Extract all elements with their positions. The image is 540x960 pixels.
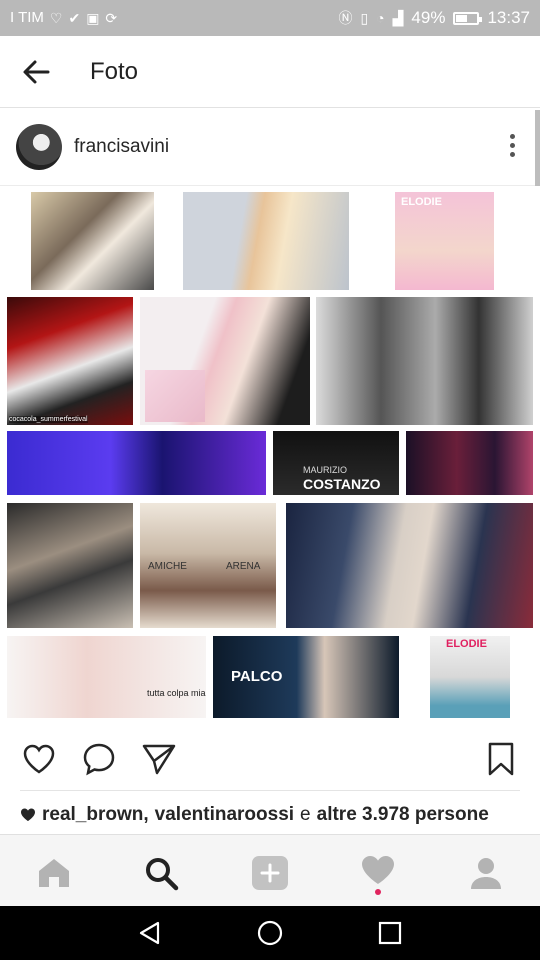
photo-group	[31, 192, 154, 290]
more-vertical-icon	[509, 134, 515, 139]
liker-1[interactable]: real_brown	[42, 804, 143, 826]
photo-bw-orchestra	[316, 297, 533, 425]
system-recents-button[interactable]	[377, 920, 403, 946]
page-title: Foto	[90, 58, 139, 85]
back-button[interactable]	[18, 54, 54, 90]
photo-singing	[286, 503, 533, 628]
back-triangle-icon	[139, 921, 160, 945]
amici-caption-right: ARENA	[226, 561, 261, 572]
wifi-icon: ◔	[376, 10, 385, 26]
home-circle-icon	[257, 920, 283, 946]
share-button[interactable]	[140, 740, 178, 783]
system-back-button[interactable]	[137, 920, 163, 946]
battery-percent: 49%	[411, 8, 446, 27]
like-button[interactable]	[20, 740, 58, 783]
nav-add[interactable]	[250, 853, 290, 893]
photo-gold-record	[145, 370, 205, 422]
bookmark-icon	[488, 742, 514, 776]
heart-outline-icon	[23, 744, 55, 774]
photo-crowd	[406, 431, 533, 495]
app-bar: Foto	[0, 36, 540, 108]
battery-icon	[453, 11, 483, 25]
system-navigation-bar	[0, 906, 540, 960]
cover-caption: ELODIE	[401, 196, 442, 208]
system-home-button[interactable]	[257, 920, 283, 946]
divider	[20, 790, 520, 791]
heart-pulse-icon: ♡	[49, 9, 63, 26]
post-image[interactable]: ELODIE cocacola_summerfestival MAURIZIO …	[0, 186, 540, 721]
post-actions	[0, 732, 540, 788]
nfc-icon: Ⓝ	[338, 10, 353, 26]
liker-2[interactable]: valentinaroossi	[155, 804, 294, 826]
search-icon	[146, 858, 179, 891]
activity-heart-icon	[362, 856, 394, 884]
username[interactable]: francisavini	[74, 136, 169, 158]
album-caption: ELODIE	[446, 638, 487, 650]
likes-conjunction: e	[300, 804, 311, 825]
avatar[interactable]	[16, 124, 62, 170]
paper-plane-icon	[142, 744, 176, 775]
save-button[interactable]	[484, 740, 518, 783]
arrow-left-icon	[23, 60, 50, 84]
notification-dot	[375, 889, 381, 895]
download-done-icon: ✔	[68, 9, 81, 26]
post-header: francisavini	[0, 108, 540, 186]
comment-button[interactable]	[80, 740, 118, 783]
photo-city	[7, 503, 133, 628]
comment-icon	[83, 743, 115, 776]
costanzo-caption-1: MAURIZIO	[303, 465, 347, 475]
likes-others[interactable]: altre 3.978 persone	[317, 804, 489, 826]
costanzo-caption-2: COSTANZO	[303, 476, 381, 492]
photo-duet-stage	[7, 431, 266, 495]
palco-caption: PALCO	[231, 668, 283, 685]
more-options-button[interactable]	[508, 134, 516, 160]
recents-square-icon	[378, 921, 402, 945]
photo-tutta-colpa-mia: tutta colpa mia	[7, 636, 206, 718]
photo-elodie-album: ELODIE	[430, 636, 510, 718]
carrier-label: I TIM	[10, 9, 44, 26]
photo-costanzo: MAURIZIO COSTANZO	[273, 431, 399, 495]
add-icon	[252, 856, 288, 890]
home-icon	[39, 859, 69, 887]
vibrate-icon: ▯	[360, 10, 369, 26]
tutta-caption: tutta colpa mia	[147, 688, 206, 698]
amici-caption-left: AMICHE	[148, 561, 187, 572]
bottom-nav	[0, 834, 540, 906]
sync-icon: ⟳	[105, 9, 118, 26]
photo-palco: PALCO	[213, 636, 399, 718]
status-bar: I TIM ♡ ✔ ▣ ⟳ Ⓝ ▯ ◔ ▟ 49% 13:37	[0, 0, 540, 36]
photo-icon: ▣	[86, 9, 100, 26]
profile-icon	[471, 858, 501, 889]
signal-icon: ▟	[392, 10, 404, 26]
nav-profile[interactable]	[466, 853, 506, 893]
heart-filled-icon	[21, 808, 35, 821]
festival-caption: cocacola_summerfestival	[9, 416, 88, 423]
clock: 13:37	[487, 8, 530, 27]
nav-search[interactable]	[141, 853, 181, 893]
likes-summary: real_brown, valentinaroossi e altre 3.97…	[20, 804, 489, 826]
liker-separator: ,	[143, 804, 149, 825]
photo-amici-poster: AMICHE ARENA	[140, 503, 276, 628]
photo-elodie-cover: ELODIE	[395, 192, 494, 290]
nav-activity[interactable]	[358, 853, 398, 895]
photo-hug	[183, 192, 349, 290]
nav-home[interactable]	[34, 853, 74, 893]
photo-concert: cocacola_summerfestival	[7, 297, 133, 425]
